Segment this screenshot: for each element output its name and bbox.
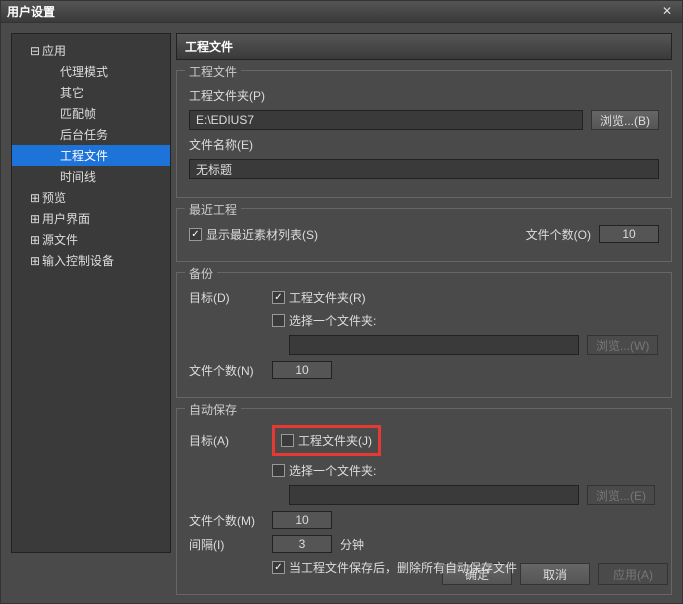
- group-project: 工程文件 工程文件夹(P) 浏览...(B) 文件名称(E): [176, 70, 672, 198]
- checkbox-autosave-select-folder[interactable]: 选择一个文件夹:: [272, 462, 376, 479]
- group-backup: 备份 目标(D) ✓工程文件夹(R) 选择一个文件夹: 浏览...(W) 文件个…: [176, 272, 672, 398]
- backup-count-input[interactable]: [272, 361, 332, 379]
- tree-item-bg[interactable]: 后台任务: [12, 124, 170, 145]
- label-interval-unit: 分钟: [340, 536, 364, 553]
- recent-count-input[interactable]: [599, 225, 659, 243]
- tree-item-source[interactable]: ⊞源文件: [12, 229, 170, 250]
- page-title: 工程文件: [176, 33, 672, 60]
- tree-item-other[interactable]: 其它: [12, 82, 170, 103]
- autosave-folder-input[interactable]: [289, 485, 579, 505]
- window-title: 用户设置: [7, 3, 658, 20]
- tree-item-match[interactable]: 匹配帧: [12, 103, 170, 124]
- tree-item-input[interactable]: ⊞输入控制设备: [12, 250, 170, 271]
- checkbox-show-list[interactable]: ✓显示最近素材列表(S): [189, 226, 318, 243]
- project-folder-input[interactable]: [189, 110, 583, 130]
- label-recent-count: 文件个数(O): [526, 226, 591, 243]
- label-interval: 间隔(I): [189, 536, 264, 553]
- tree-item-timeline[interactable]: 时间线: [12, 166, 170, 187]
- checkbox-backup-select-folder[interactable]: 选择一个文件夹:: [272, 312, 376, 329]
- tree-item-app[interactable]: ⊟应用: [12, 40, 170, 61]
- tree-item-project[interactable]: 工程文件: [12, 145, 170, 166]
- tree-item-ui[interactable]: ⊞用户界面: [12, 208, 170, 229]
- close-icon[interactable]: ✕: [658, 3, 676, 21]
- label-autosave-target: 目标(A): [189, 432, 264, 449]
- label-folder: 工程文件夹(P): [189, 87, 319, 104]
- backup-browse-button: 浏览...(W): [587, 335, 658, 355]
- checkbox-delete-after[interactable]: ✓当工程文件保存后，删除所有自动保存文件: [272, 559, 517, 576]
- autosave-count-input[interactable]: [272, 511, 332, 529]
- autosave-browse-button: 浏览...(E): [587, 485, 655, 505]
- tree-item-proxy[interactable]: 代理模式: [12, 61, 170, 82]
- group-title-project: 工程文件: [185, 63, 241, 80]
- group-title-recent: 最近工程: [185, 201, 241, 218]
- checkbox-autosave-project-folder[interactable]: 工程文件夹(J): [281, 432, 372, 449]
- label-backup-count: 文件个数(N): [189, 362, 264, 379]
- label-filename: 文件名称(E): [189, 136, 319, 153]
- label-backup-target: 目标(D): [189, 289, 264, 306]
- titlebar: 用户设置 ✕: [1, 1, 682, 23]
- tree-item-preview[interactable]: ⊞预览: [12, 187, 170, 208]
- browse-button[interactable]: 浏览...(B): [591, 110, 659, 130]
- sidebar-tree: ⊟应用 代理模式 其它 匹配帧 后台任务 工程文件 时间线 ⊞预览 ⊞用户界面 …: [11, 33, 171, 553]
- project-name-input[interactable]: [189, 159, 659, 179]
- group-recent: 最近工程 ✓显示最近素材列表(S) 文件个数(O): [176, 208, 672, 262]
- group-title-autosave: 自动保存: [185, 401, 241, 418]
- interval-input[interactable]: [272, 535, 332, 553]
- group-autosave: 自动保存 目标(A) 工程文件夹(J) 选择一个文件夹: 浏览...(E) 文件…: [176, 408, 672, 595]
- group-title-backup: 备份: [185, 265, 217, 282]
- label-autosave-count: 文件个数(M): [189, 512, 264, 529]
- highlight-red-box: 工程文件夹(J): [272, 425, 381, 456]
- backup-folder-input[interactable]: [289, 335, 579, 355]
- checkbox-backup-project-folder[interactable]: ✓工程文件夹(R): [272, 289, 366, 306]
